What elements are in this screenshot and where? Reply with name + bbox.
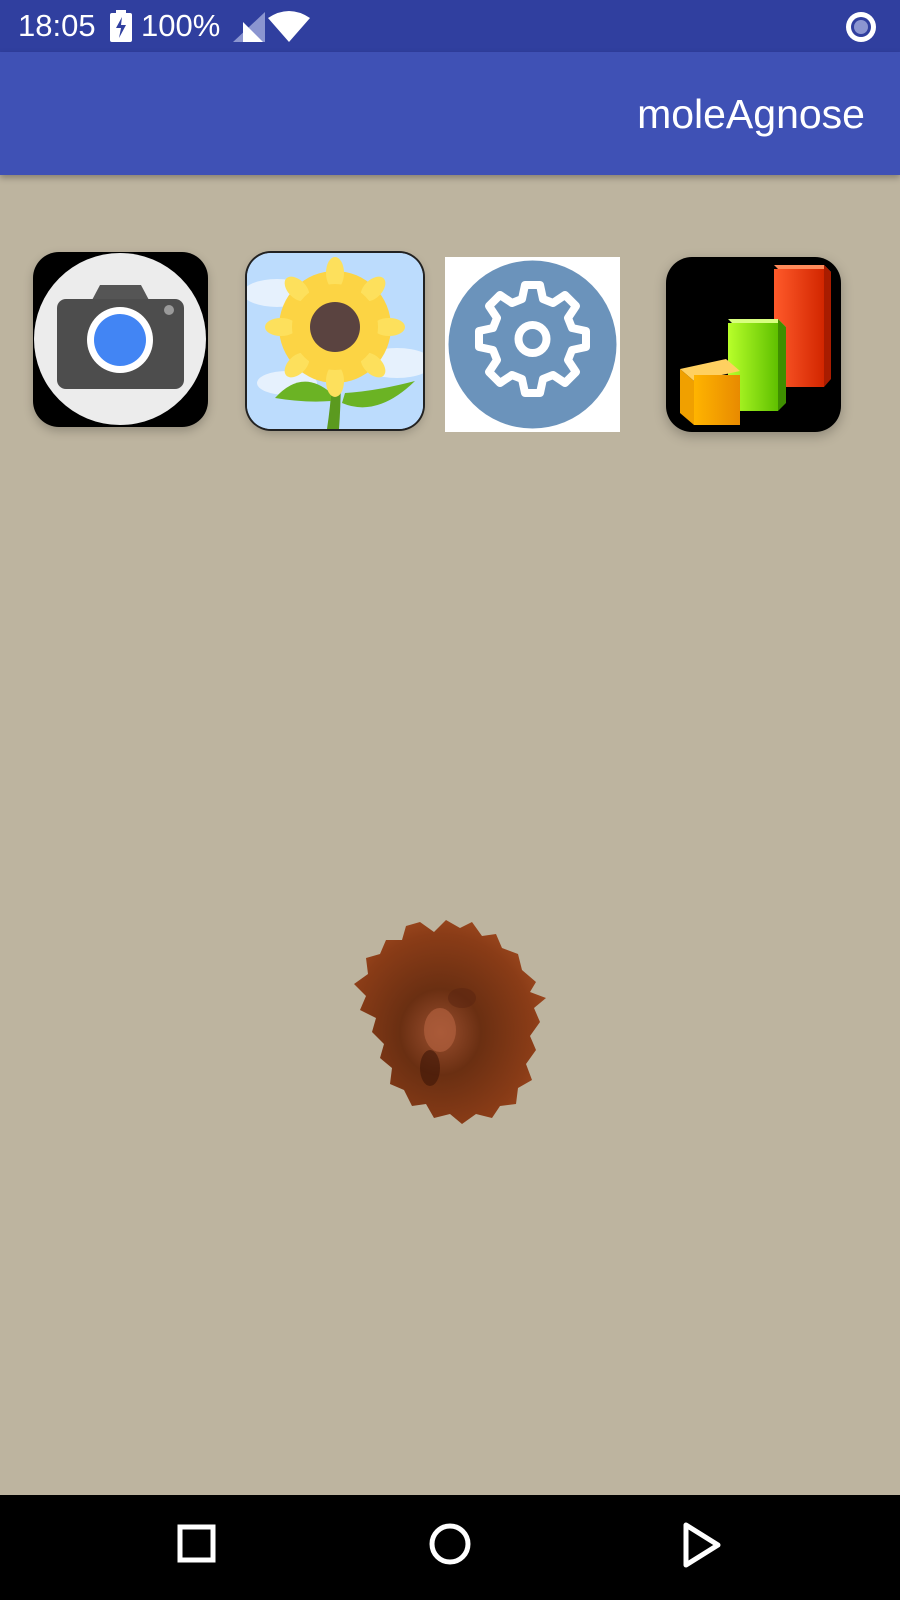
camera-icon xyxy=(34,253,206,425)
gear-settings-icon xyxy=(448,260,617,429)
statistics-button[interactable] xyxy=(666,257,841,432)
bar-chart-icon xyxy=(680,265,831,425)
navigation-bar xyxy=(0,1495,900,1600)
battery-percent: 100% xyxy=(141,8,221,43)
wifi-icon xyxy=(268,11,310,42)
back-icon[interactable] xyxy=(678,1521,724,1569)
battery-charging-icon xyxy=(110,10,132,42)
status-bar: 18:05 100% xyxy=(0,0,900,52)
mole-image xyxy=(350,918,565,1133)
screen-record-icon xyxy=(846,12,876,42)
cell-signal-icon xyxy=(233,12,265,42)
app-bar: moleAgnose xyxy=(0,52,900,175)
camera-button[interactable] xyxy=(33,252,208,427)
recents-icon[interactable] xyxy=(176,1521,218,1567)
home-icon[interactable] xyxy=(425,1521,475,1571)
gallery-button[interactable] xyxy=(247,253,423,429)
settings-button[interactable] xyxy=(445,257,620,432)
status-time: 18:05 xyxy=(18,8,96,43)
sunflower-gallery-icon xyxy=(247,253,423,429)
app-title: moleAgnose xyxy=(637,91,865,137)
